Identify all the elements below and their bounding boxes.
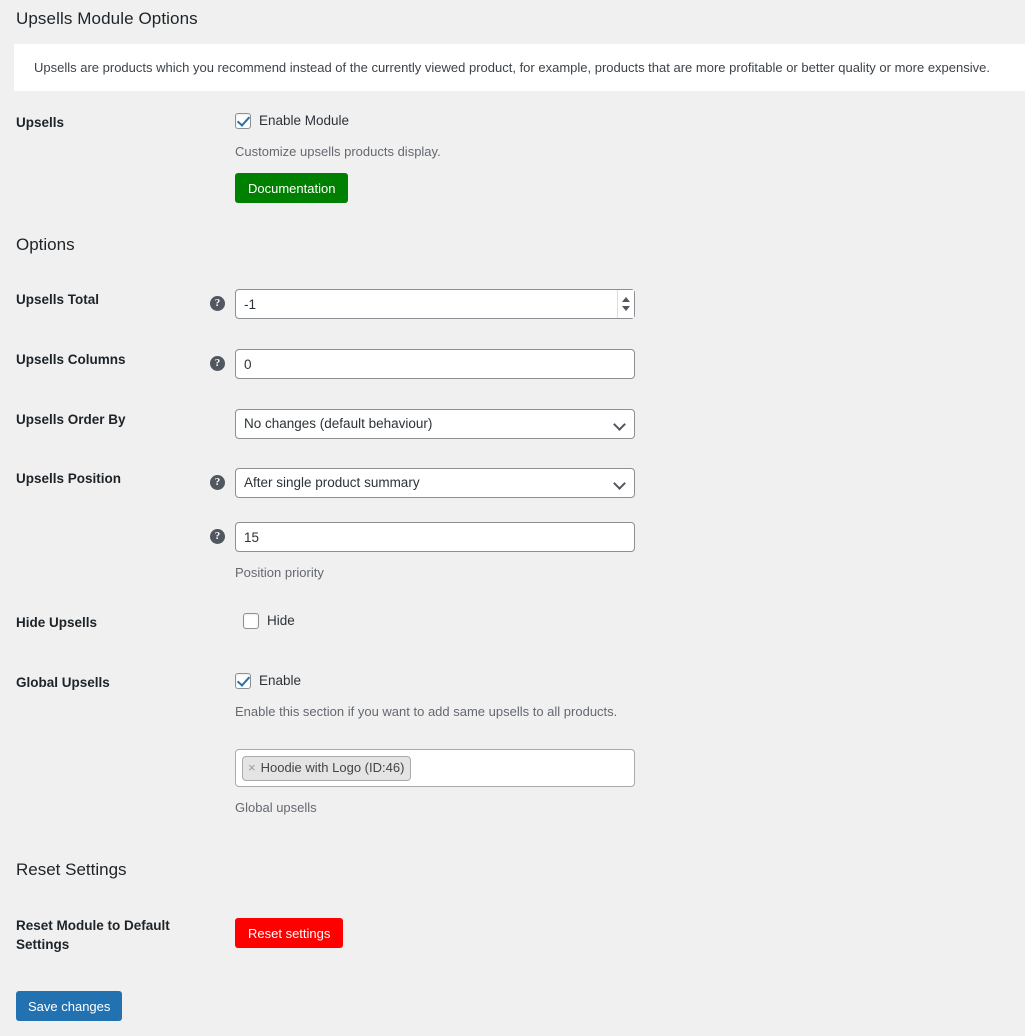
row-label-upsells-position: Upsells Position — [16, 471, 122, 486]
spinner-down-icon[interactable] — [622, 306, 630, 311]
reset-settings-heading: Reset Settings — [16, 860, 127, 879]
enable-module-label: Enable Module — [259, 113, 350, 128]
global-upsells-checkbox[interactable] — [235, 673, 251, 689]
row-label-upsells: Upsells — [16, 115, 65, 130]
global-upsells-label: Enable — [259, 673, 302, 688]
upsells-total-input-wrap — [235, 289, 635, 319]
row-hide-upsells: Hide Upsells Hide — [0, 612, 1025, 632]
upsells-columns-input-wrap — [235, 349, 635, 379]
row-field-position-priority: ? Position priority — [210, 522, 1025, 582]
enable-module-checkbox[interactable] — [235, 113, 251, 129]
row-upsells: Upsells Enable Module Customize upsells … — [0, 112, 1025, 203]
upsells-description: Customize upsells products display. — [235, 144, 441, 159]
row-field-upsells-total: ? — [210, 289, 1025, 319]
upsells-position-select[interactable]: After single product summary — [235, 468, 635, 498]
reset-settings-button[interactable]: Reset settings — [235, 918, 344, 948]
row-label-global-upsells: Global Upsells — [16, 675, 110, 690]
row-label-reset-module: Reset Module to Default Settings — [16, 918, 170, 952]
row-field-hide-upsells: Hide — [235, 612, 1025, 630]
upsells-columns-input[interactable] — [235, 349, 635, 379]
row-field-global-upsells: Enable Enable this section if you want t… — [235, 672, 1025, 817]
row-field-upsells-position: ? After single product summary — [210, 468, 1025, 498]
token-label: Hoodie with Logo (ID:46) — [260, 759, 405, 775]
save-changes-button[interactable]: Save changes — [16, 991, 123, 1021]
number-spinner[interactable] — [617, 290, 634, 318]
help-icon[interactable]: ? — [210, 356, 225, 371]
page-title: Upsells Module Options — [16, 9, 198, 28]
row-global-upsells: Global Upsells Enable Enable this sectio… — [0, 672, 1025, 817]
row-field-upsells-order-by: No changes (default behaviour) — [235, 409, 1025, 439]
options-heading: Options — [16, 235, 75, 254]
settings-page: Upsells Module Options Upsells are produ… — [0, 0, 1025, 1036]
row-reset-module: Reset Module to Default Settings Reset s… — [0, 915, 1025, 954]
documentation-button[interactable]: Documentation — [235, 173, 349, 203]
row-upsells-position: Upsells Position ? After single product … — [0, 468, 1025, 498]
global-upsells-checkbox-line[interactable]: Enable — [235, 672, 1025, 690]
help-icon[interactable]: ? — [210, 475, 225, 490]
row-field-upsells-columns: ? — [210, 349, 1025, 379]
remove-token-icon[interactable]: × — [248, 758, 256, 778]
row-position-priority: ? Position priority — [0, 522, 1025, 582]
row-label-upsells-columns: Upsells Columns — [16, 352, 126, 367]
enable-module-checkbox-line[interactable]: Enable Module — [235, 112, 1025, 130]
row-upsells-columns: Upsells Columns ? — [0, 349, 1025, 379]
position-priority-input[interactable] — [235, 522, 635, 552]
row-field-upsells: Enable Module Customize upsells products… — [235, 112, 1025, 203]
row-label-upsells-total: Upsells Total — [16, 292, 100, 307]
upsells-order-by-select[interactable]: No changes (default behaviour) — [235, 409, 635, 439]
row-field-reset-module: Reset settings — [235, 915, 1025, 948]
hide-upsells-label: Hide — [267, 613, 295, 628]
hide-upsells-checkbox[interactable] — [243, 613, 259, 629]
row-label-hide-upsells: Hide Upsells — [16, 615, 98, 630]
hide-upsells-checkbox-line[interactable]: Hide — [235, 612, 1025, 630]
upsells-position-select-wrap[interactable]: After single product summary — [235, 468, 635, 498]
notice-text: Upsells are products which you recommend… — [34, 59, 990, 75]
global-upsells-field-description: Global upsells — [235, 800, 317, 815]
row-upsells-total: Upsells Total ? — [0, 289, 1025, 319]
position-priority-description: Position priority — [235, 565, 324, 580]
help-icon[interactable]: ? — [210, 296, 225, 311]
row-upsells-order-by: Upsells Order By No changes (default beh… — [0, 409, 1025, 439]
global-upsells-multiselect[interactable]: × Hoodie with Logo (ID:46) — [235, 749, 635, 787]
help-icon[interactable]: ? — [210, 529, 225, 544]
upsells-total-input[interactable] — [235, 289, 635, 319]
spinner-up-icon[interactable] — [622, 297, 630, 302]
row-label-upsells-order-by: Upsells Order By — [16, 412, 126, 427]
upsells-order-by-select-wrap[interactable]: No changes (default behaviour) — [235, 409, 635, 439]
row-label-position-priority — [0, 522, 235, 523]
position-priority-input-wrap — [235, 522, 635, 552]
info-notice: Upsells are products which you recommend… — [14, 44, 1025, 91]
selected-token[interactable]: × Hoodie with Logo (ID:46) — [242, 755, 412, 781]
global-upsells-description: Enable this section if you want to add s… — [235, 704, 618, 719]
